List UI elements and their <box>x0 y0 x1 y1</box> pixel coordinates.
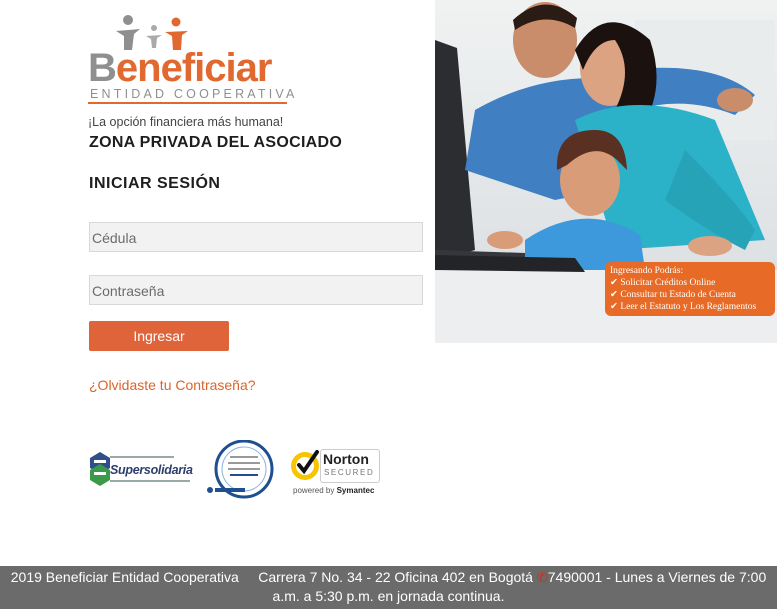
phone-icon: ✆ <box>536 570 548 585</box>
norton-powered-by: powered by Symantec <box>293 486 375 495</box>
norton-check-icon <box>291 450 319 480</box>
fogacoop-badge[interactable] <box>204 439 276 500</box>
password-input[interactable] <box>89 275 423 305</box>
promo-item: ✔ Consultar tu Estado de Cuenta <box>610 290 736 300</box>
login-button[interactable]: Ingresar <box>89 321 229 351</box>
supersolidaria-fine-line <box>110 480 190 482</box>
brand-logo: Beneficiar ENTIDAD COOPERATIVA ¡La opció… <box>88 14 298 134</box>
cedula-input[interactable] <box>89 222 423 252</box>
supersolidaria-label: Supersolidaria <box>110 463 193 477</box>
supersolidaria-badge[interactable]: Supersolidaria <box>90 450 194 490</box>
logo-tagline: ¡La opción financiera más humana! <box>88 115 284 129</box>
logo-wordmark: Beneficiar <box>88 46 272 90</box>
promo-item: ✔ Solicitar Créditos Online <box>610 278 716 288</box>
supersolidaria-fine-line <box>110 456 174 458</box>
logo-subtitle: ENTIDAD COOPERATIVA <box>90 87 298 101</box>
supersolidaria-emblem-icon <box>90 452 110 486</box>
footer-copyright: 2019 Beneficiar Entidad Cooperativa <box>10 569 239 585</box>
promo-box: Ingresando Podrás: ✔ Solicitar Créditos … <box>605 262 775 316</box>
logo-underline <box>88 102 287 104</box>
footer: 2019 Beneficiar Entidad Cooperativa Carr… <box>0 566 777 609</box>
fogacoop-seal-icon <box>207 439 274 499</box>
norton-secured-label: SECURED <box>324 468 375 477</box>
promo-item: ✔ Leer el Estatuto y Los Reglamentos <box>610 302 757 312</box>
norton-secured-badge[interactable]: Norton SECURED powered by Symantec <box>289 445 381 497</box>
forgot-password-link[interactable]: ¿Olvidaste tu Contraseña? <box>89 377 256 393</box>
promo-heading: Ingresando Podrás: <box>610 266 684 276</box>
norton-label: Norton <box>323 451 369 467</box>
zone-title: ZONA PRIVADA DEL ASOCIADO <box>89 134 343 151</box>
footer-address: Carrera 7 No. 34 - 22 Oficina 402 en Bog… <box>258 569 533 585</box>
login-title: INICIAR SESIÓN <box>89 175 221 192</box>
